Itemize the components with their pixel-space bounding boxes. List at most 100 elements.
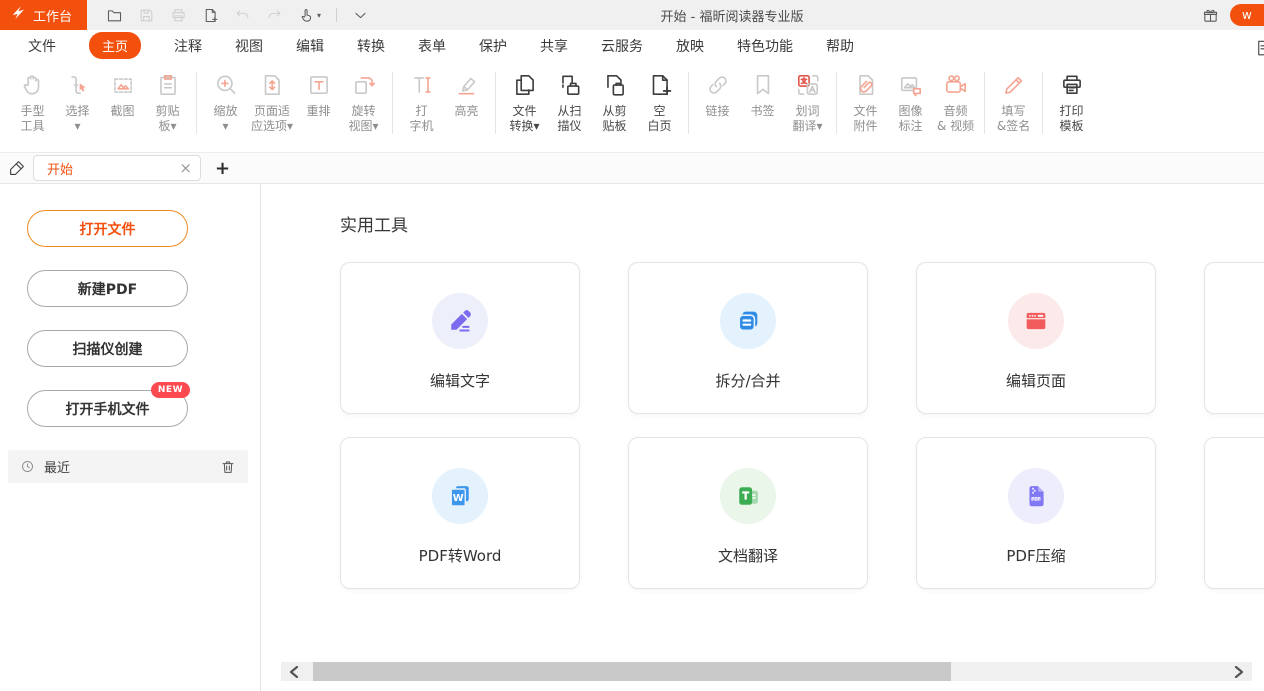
workspace-button[interactable]: 工作台 xyxy=(0,0,87,30)
ribbon-translate-button[interactable]: 划词 翻译▾ xyxy=(785,68,830,134)
print-icon xyxy=(170,7,187,24)
ribbon-highlight-label: 高亮 xyxy=(455,104,479,119)
tool-card-doc-translate[interactable]: 文档翻译 xyxy=(628,437,868,589)
ribbon-audio-video-button[interactable]: 音频 & 视频 xyxy=(933,68,978,134)
zoom-icon xyxy=(213,68,239,101)
tool-card-edit-pages[interactable]: 编辑页面 xyxy=(916,262,1156,414)
ribbon-clipboard-button[interactable]: 剪贴 板▾ xyxy=(145,68,190,134)
trash-icon[interactable] xyxy=(220,459,236,475)
tool-card-edit-text[interactable]: 编辑文字 xyxy=(340,262,580,414)
sidebar: 打开文件新建PDF 扫描仪创建打开手机文件NEW 最近 xyxy=(0,184,261,691)
menu-comment[interactable]: 注释 xyxy=(174,36,202,56)
tool-card-label: 编辑文字 xyxy=(341,370,579,391)
folder-open-icon xyxy=(106,7,123,24)
tool-card-pdf-to-word[interactable]: W PDF转Word xyxy=(340,437,580,589)
ribbon-select-button[interactable]: 选择 ▾ xyxy=(55,68,100,134)
select-cursor-icon xyxy=(65,68,91,101)
sidebar-open-mobile-file-button[interactable]: 打开手机文件NEW xyxy=(27,390,188,427)
ribbon-snapshot-button[interactable]: 截图 xyxy=(100,68,145,119)
menu-form[interactable]: 表单 xyxy=(418,36,446,56)
menu-edit[interactable]: 编辑 xyxy=(296,36,324,56)
qat-touch-mode-button[interactable]: ▾ xyxy=(298,7,321,24)
ribbon-print-template-button[interactable]: 打印 模板 xyxy=(1049,68,1094,134)
scroll-right-icon[interactable] xyxy=(1226,662,1252,681)
menu-features[interactable]: 特色功能 xyxy=(737,36,793,56)
menu-protect[interactable]: 保护 xyxy=(479,36,507,56)
ribbon-file-convert-button[interactable]: 文件 转换▾ xyxy=(502,68,547,134)
ribbon-hand-tool-button[interactable]: 手型 工具 xyxy=(10,68,55,134)
tool-card-pdf-compress[interactable]: PDFPDF压缩 xyxy=(916,437,1156,589)
tab-start[interactable]: 开始 × xyxy=(33,155,201,181)
image-annotate-icon xyxy=(898,68,924,101)
scroll-left-icon[interactable] xyxy=(281,662,307,681)
audio-video-icon xyxy=(943,68,969,101)
new-page-icon xyxy=(202,7,219,24)
scrollbar-thumb[interactable] xyxy=(313,662,951,681)
qat-save-button[interactable] xyxy=(138,7,155,24)
ribbon-blank-page-button[interactable]: 空 白页 xyxy=(637,68,682,134)
fill-sign-icon xyxy=(1001,68,1027,101)
ribbon-link-label: 链接 xyxy=(706,104,730,119)
close-tab-icon[interactable]: × xyxy=(179,161,192,176)
sidebar-new-pdf-button[interactable]: 新建PDF xyxy=(27,270,188,307)
print-template-icon xyxy=(1059,68,1085,101)
scrollbar-track[interactable] xyxy=(307,662,1226,681)
ribbon-page-fit-button[interactable]: 页面适 应选项▾ xyxy=(248,68,296,134)
recent-files-item[interactable]: 最近 xyxy=(8,450,248,483)
ribbon-link-button[interactable]: 链接 xyxy=(695,68,740,119)
ribbon-rotate-view-button[interactable]: 旋转 视图▾ xyxy=(341,68,386,134)
qat-print-button[interactable] xyxy=(170,7,187,24)
menu-view[interactable]: 视图 xyxy=(235,36,263,56)
hand-icon xyxy=(20,68,46,101)
translate-icon xyxy=(795,68,821,101)
qat-undo-button[interactable] xyxy=(234,7,251,24)
ribbon-bookmark-button[interactable]: 书签 xyxy=(740,68,785,119)
blank-page-icon xyxy=(647,68,673,101)
new-tab-button[interactable]: + xyxy=(215,158,230,179)
menu-home[interactable]: 主页 xyxy=(89,32,141,59)
account-button[interactable]: w xyxy=(1230,4,1264,26)
link-icon xyxy=(705,68,731,101)
qat-customize-toolbar-button[interactable] xyxy=(352,7,369,24)
ribbon-fill-sign-button[interactable]: 填写 &签名 xyxy=(991,68,1036,134)
undo-icon xyxy=(234,7,251,24)
ribbon-typewriter-button[interactable]: 打 字机 xyxy=(399,68,444,134)
horizontal-scrollbar[interactable] xyxy=(281,662,1252,681)
toolbar-separator xyxy=(336,8,337,22)
tool-card-partial[interactable] xyxy=(1204,262,1264,414)
ribbon-file-attachment-button[interactable]: 文件 附件 xyxy=(843,68,888,134)
menu-slideshow[interactable]: 放映 xyxy=(676,36,704,56)
ribbon-from-clipboard-button[interactable]: 从剪 贴板 xyxy=(592,68,637,134)
menu-help[interactable]: 帮助 xyxy=(826,36,854,56)
menu-cloud[interactable]: 云服务 xyxy=(601,36,643,56)
ribbon-from-scanner-button[interactable]: 从扫 描仪 xyxy=(547,68,592,134)
svg-text:W: W xyxy=(453,493,464,504)
ribbon-snapshot-label: 截图 xyxy=(110,104,134,119)
tool-card-label: PDF转Word xyxy=(341,545,579,566)
snapshot-icon xyxy=(110,68,136,101)
clipped-panel-icon[interactable] xyxy=(1255,38,1264,58)
ribbon-page-fit-label: 页面适 应选项▾ xyxy=(251,104,293,134)
sidebar-scanner-create-button[interactable]: 扫描仪创建 xyxy=(27,330,188,367)
menu-convert[interactable]: 转换 xyxy=(357,36,385,56)
gift-icon[interactable] xyxy=(1202,7,1219,24)
menu-share[interactable]: 共享 xyxy=(540,36,568,56)
qat-open-button[interactable] xyxy=(106,7,123,24)
ribbon-highlight-button[interactable]: 高亮 xyxy=(444,68,489,119)
pencil-icon[interactable] xyxy=(8,159,26,177)
ribbon-image-annotation-button[interactable]: 图像 标注 xyxy=(888,68,933,134)
sidebar-open-file-button[interactable]: 打开文件 xyxy=(27,210,188,247)
tool-card-split-merge[interactable]: 拆分/合并 xyxy=(628,262,868,414)
qat-redo-button[interactable] xyxy=(266,7,283,24)
ribbon-zoom-button[interactable]: 缩放 ▾ xyxy=(203,68,248,134)
menu-file[interactable]: 文件 xyxy=(28,36,56,56)
ribbon-separator xyxy=(688,72,689,134)
scanner-icon xyxy=(557,68,583,101)
ribbon-reflow-button[interactable]: 重排 xyxy=(296,68,341,119)
document-tabbar: 开始 × + xyxy=(0,153,1264,184)
sidebar-new-pdf-label: 新建PDF xyxy=(78,282,137,298)
workspace-label: 工作台 xyxy=(33,6,72,25)
ribbon-hand-tool-label: 手型 工具 xyxy=(20,104,44,134)
qat-new-document-button[interactable] xyxy=(202,7,219,24)
tool-card-partial[interactable] xyxy=(1204,437,1264,589)
